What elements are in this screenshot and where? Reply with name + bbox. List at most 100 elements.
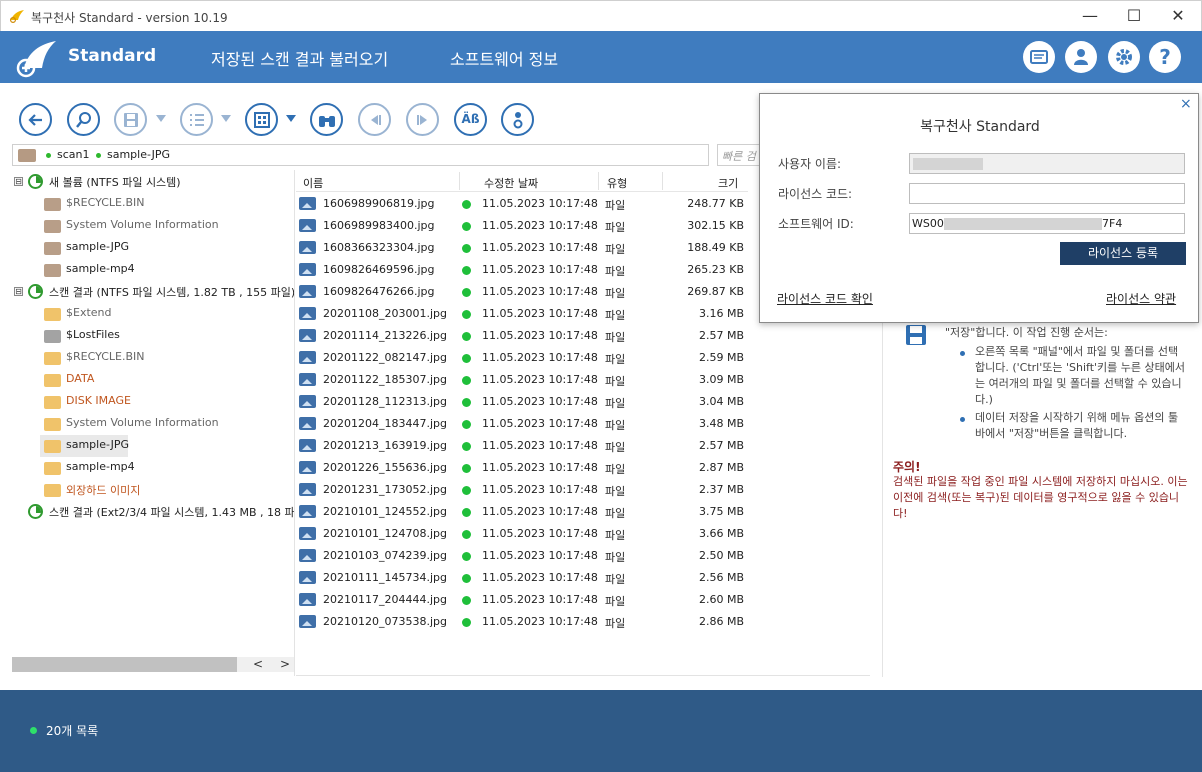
license-terms-link[interactable]: 라이선스 약관 [1106, 290, 1176, 307]
file-modified: 11.05.2023 10:17:48 [482, 483, 598, 496]
file-type: 파일 [605, 331, 626, 344]
license-code-field[interactable] [909, 183, 1185, 204]
grid-icon [254, 112, 270, 128]
table-row[interactable]: 20210117_204444.jpg 11.05.2023 10:17:48 파일… [296, 589, 748, 611]
pane-divider[interactable] [294, 170, 295, 676]
tree-node[interactable]: $Extend [12, 303, 294, 325]
table-row[interactable]: 20210111_145734.jpg 11.05.2023 10:17:48 파일… [296, 567, 748, 589]
quick-search-input[interactable]: 빠른 검 [717, 144, 762, 166]
back-button[interactable] [19, 103, 52, 136]
tree-node[interactable]: 스캔 결과 (Ext2/3/4 파일 시스템, 1.43 MB , 18 파 [12, 501, 295, 523]
case-match-button[interactable]: Äß [454, 103, 487, 136]
tree-node[interactable]: $RECYCLE.BIN [12, 347, 294, 369]
menu-load-scan[interactable]: 저장된 스캔 결과 불러오기 [211, 46, 388, 70]
tree-node[interactable]: DISK IMAGE [12, 391, 294, 413]
tree-node[interactable]: $LostFiles [12, 325, 294, 347]
binoculars-icon [319, 116, 335, 127]
scrollbar-thumb[interactable] [12, 657, 237, 672]
table-row[interactable]: 20201213_163919.jpg 11.05.2023 10:17:48 파일… [296, 435, 748, 457]
find-button[interactable] [310, 103, 343, 136]
grid-view-button[interactable] [245, 103, 278, 136]
minimize-button[interactable]: — [1067, 1, 1113, 32]
tree-node[interactable]: ⊟ 새 볼륨 (NTFS 파일 시스템) [12, 171, 294, 193]
column-separator[interactable] [662, 172, 663, 190]
account-button[interactable] [1065, 41, 1097, 73]
menu-software-info[interactable]: 소프트웨어 정보 [450, 46, 558, 70]
save-dropdown-caret-icon[interactable] [156, 115, 166, 122]
table-row[interactable]: 20210101_124552.jpg 11.05.2023 10:17:48 파일… [296, 501, 748, 523]
table-row[interactable]: 1606989983400.jpg 11.05.2023 10:17:48 파일 30… [296, 215, 748, 237]
filter-button[interactable] [501, 103, 534, 136]
file-modified: 11.05.2023 10:17:48 [482, 219, 598, 232]
tree-node[interactable]: sample-mp4 [12, 259, 294, 281]
help-button[interactable]: ? [1149, 41, 1181, 73]
column-type[interactable]: 유형 [607, 175, 627, 191]
file-size: 3.16 MB [698, 307, 744, 320]
table-row[interactable]: 1608366323304.jpg 11.05.2023 10:17:48 파일 18… [296, 237, 748, 259]
tree-node[interactable]: DATA [12, 369, 294, 391]
file-type: 파일 [605, 375, 626, 388]
license-card-button[interactable] [1023, 41, 1055, 73]
table-row[interactable]: 20201128_112313.jpg 11.05.2023 10:17:48 파일… [296, 391, 748, 413]
column-modified[interactable]: 수정한 날짜 [484, 175, 538, 191]
step-back-icon [371, 115, 381, 125]
folder-icon [18, 149, 36, 162]
table-row[interactable]: 20210120_073538.jpg 11.05.2023 10:17:48 파일… [296, 611, 748, 633]
tree-node[interactable]: $RECYCLE.BIN [12, 193, 294, 215]
search-button[interactable] [67, 103, 100, 136]
column-separator[interactable] [459, 172, 460, 190]
username-field[interactable] [909, 153, 1185, 174]
view-dropdown-caret-icon[interactable] [286, 115, 296, 122]
table-row[interactable]: 1609826476266.jpg 11.05.2023 10:17:48 파일 26… [296, 281, 748, 303]
tree-node[interactable]: System Volume Information [12, 215, 294, 237]
table-row[interactable]: 20201226_155636.jpg 11.05.2023 10:17:48 파일… [296, 457, 748, 479]
table-row[interactable]: 1606989906819.jpg 11.05.2023 10:17:48 파일 24… [296, 193, 748, 215]
next-button[interactable] [406, 103, 439, 136]
file-modified: 11.05.2023 10:17:48 [482, 549, 598, 562]
table-row[interactable]: 20210101_124708.jpg 11.05.2023 10:17:48 파일… [296, 523, 748, 545]
table-row[interactable]: 20210103_074239.jpg 11.05.2023 10:17:48 파일… [296, 545, 748, 567]
tree-node[interactable]: System Volume Information [12, 413, 294, 435]
tree-node-label: 외장하드 이미지 [66, 484, 141, 497]
table-row[interactable]: 20201108_203001.jpg 11.05.2023 10:17:48 파일… [296, 303, 748, 325]
table-row[interactable]: 20201122_082147.jpg 11.05.2023 10:17:48 파일… [296, 347, 748, 369]
file-name: 20210101_124708.jpg [323, 527, 447, 540]
save-button[interactable] [114, 103, 147, 136]
scroll-right-arrow-icon[interactable]: > [280, 657, 290, 671]
tree-expander-icon[interactable]: ⊟ [14, 287, 23, 296]
column-separator[interactable] [598, 172, 599, 190]
file-name: 20201108_203001.jpg [323, 307, 447, 320]
register-license-button[interactable]: 라이선스 등록 [1060, 242, 1186, 265]
tree-expander-icon[interactable] [14, 507, 23, 516]
tree-horizontal-scrollbar[interactable] [12, 657, 294, 672]
tree-node[interactable]: sample-JPG [12, 435, 294, 457]
tree-node[interactable]: sample-JPG [12, 237, 294, 259]
scroll-left-arrow-icon[interactable]: < [253, 657, 263, 671]
check-license-link[interactable]: 라이선스 코드 확인 [777, 290, 873, 307]
table-row[interactable]: 20201122_185307.jpg 11.05.2023 10:17:48 파일… [296, 369, 748, 391]
table-row[interactable]: 20201204_183447.jpg 11.05.2023 10:17:48 파일… [296, 413, 748, 435]
list-view-button[interactable] [180, 103, 213, 136]
breadcrumb-sample-jpg[interactable]: sample-JPG [107, 148, 170, 161]
breadcrumb-scan1[interactable]: scan1 [57, 148, 90, 161]
settings-button[interactable] [1108, 41, 1140, 73]
previous-button[interactable] [358, 103, 391, 136]
file-size: 265.23 KB [687, 263, 744, 276]
table-row[interactable]: 1609826469596.jpg 11.05.2023 10:17:48 파일 26… [296, 259, 748, 281]
table-row[interactable]: 20201231_173052.jpg 11.05.2023 10:17:48 파일… [296, 479, 748, 501]
dialog-close-icon[interactable]: × [1180, 96, 1192, 112]
list-dropdown-caret-icon[interactable] [221, 115, 231, 122]
close-button[interactable]: ✕ [1155, 1, 1201, 32]
column-size[interactable]: 크기 [718, 175, 738, 191]
tree-expander-icon[interactable]: ⊟ [14, 177, 23, 186]
maximize-button[interactable]: ☐ [1111, 1, 1157, 32]
column-name[interactable]: 이름 [303, 175, 323, 191]
case-icon: Äß [461, 112, 480, 126]
tree-node[interactable]: sample-mp4 [12, 457, 294, 479]
table-row[interactable]: 20201114_213226.jpg 11.05.2023 10:17:48 파일… [296, 325, 748, 347]
file-name: 1609826476266.jpg [323, 285, 435, 298]
software-id-field[interactable]: WS00 7F4 [909, 213, 1185, 234]
tree-node[interactable]: ⊟ 스캔 결과 (NTFS 파일 시스템, 1.82 TB , 155 파일) [12, 281, 295, 303]
file-modified: 11.05.2023 10:17:48 [482, 373, 598, 386]
tree-node[interactable]: 외장하드 이미지 [12, 479, 294, 501]
